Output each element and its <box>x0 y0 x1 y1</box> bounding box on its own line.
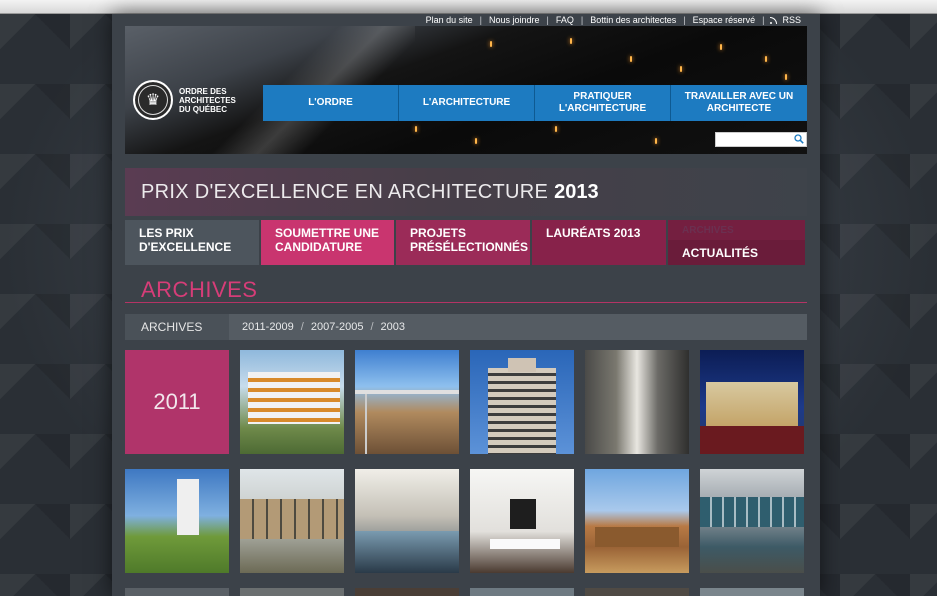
project-thumbnail[interactable] <box>585 469 689 573</box>
nav-item-architecture[interactable]: L'ARCHITECTURE <box>399 85 535 121</box>
page-title-year: 2013 <box>554 180 599 203</box>
search-icon[interactable] <box>794 134 804 144</box>
archive-year-links: 2011-2009 / 2007-2005 / 2003 <box>229 321 405 333</box>
archive-year-bar: ARCHIVES 2011-2009 / 2007-2005 / 2003 <box>125 314 807 340</box>
year-link-2007-2005[interactable]: 2007-2005 <box>311 321 364 333</box>
tab-actualites[interactable]: ACTUALITÉS <box>668 240 805 265</box>
year-link-2003[interactable]: 2003 <box>381 321 405 333</box>
project-thumbnail[interactable] <box>585 588 689 596</box>
ceiling-light <box>475 138 477 144</box>
util-separator: | <box>762 15 765 25</box>
ceiling-light <box>785 74 787 80</box>
header-banner: ♛ ORDRE DES ARCHITECTES DU QUÉBEC L'ORDR… <box>125 26 807 154</box>
logo-text: ORDRE DES ARCHITECTES DU QUÉBEC <box>179 86 236 114</box>
page-container: Plan du site | Nous joindre | FAQ | Bott… <box>112 14 820 596</box>
project-thumbnail[interactable] <box>700 350 804 454</box>
main-nav: L'ORDRE L'ARCHITECTURE PRATIQUER L'ARCHI… <box>263 85 807 121</box>
nav-item-ordre[interactable]: L'ORDRE <box>263 85 399 121</box>
project-thumbnail[interactable] <box>470 469 574 573</box>
page-title-bar: PRIX D'EXCELLENCE EN ARCHITECTURE 2013 <box>125 168 807 216</box>
util-link-site-map[interactable]: Plan du site <box>419 15 480 25</box>
util-link-rss[interactable]: RSS <box>780 15 808 25</box>
util-link-directory[interactable]: Bottin des architectes <box>583 15 683 25</box>
ceiling-light <box>630 56 632 62</box>
util-link-contact[interactable]: Nous joindre <box>482 15 547 25</box>
year-link-2011-2009[interactable]: 2011-2009 <box>242 321 294 333</box>
archives-heading: ARCHIVES <box>141 277 258 302</box>
tab-les-prix[interactable]: LES PRIX D'EXCELLENCE <box>125 220 259 265</box>
section-tabs: LES PRIX D'EXCELLENCE SOUMETTRE UNE CAND… <box>125 220 807 265</box>
project-thumbnail[interactable] <box>240 588 344 596</box>
project-thumbnail[interactable] <box>470 588 574 596</box>
ceiling-light <box>555 126 557 132</box>
nav-item-travailler[interactable]: TRAVAILLER AVEC UN ARCHITECTE <box>671 85 807 121</box>
tab-group-archives: ARCHIVES ACTUALITÉS <box>668 220 805 265</box>
project-thumbnail[interactable] <box>470 350 574 454</box>
project-thumbnail[interactable] <box>355 469 459 573</box>
rss-icon[interactable] <box>770 16 778 24</box>
tab-laureats[interactable]: LAURÉATS 2013 <box>532 220 666 265</box>
heading-divider <box>125 302 807 303</box>
year-separator: / <box>370 321 374 333</box>
project-thumbnail[interactable] <box>700 588 804 596</box>
project-thumbnail[interactable] <box>125 588 229 596</box>
project-thumbnail[interactable] <box>240 469 344 573</box>
util-link-members[interactable]: Espace réservé <box>686 15 763 25</box>
tab-soumettre[interactable]: SOUMETTRE UNE CANDIDATURE <box>261 220 394 265</box>
ceiling-light <box>415 126 417 132</box>
oaq-logo[interactable]: ♛ ORDRE DES ARCHITECTES DU QUÉBEC <box>133 80 241 120</box>
ceiling-light <box>680 66 682 72</box>
project-thumbnail[interactable] <box>585 350 689 454</box>
page-title: PRIX D'EXCELLENCE EN ARCHITECTURE <box>141 180 549 203</box>
year-separator: / <box>300 321 304 333</box>
ceiling-light <box>720 44 722 50</box>
utility-nav: Plan du site | Nous joindre | FAQ | Bott… <box>419 14 808 26</box>
browser-frame <box>0 0 937 14</box>
tab-projets[interactable]: PROJETS PRÉSÉLECTIONNÉS <box>396 220 530 265</box>
project-thumbnail[interactable] <box>700 469 804 573</box>
tab-archives[interactable]: ARCHIVES <box>668 220 805 240</box>
util-link-faq[interactable]: FAQ <box>549 15 581 25</box>
project-thumbnail[interactable] <box>355 588 459 596</box>
ceiling-light <box>490 41 492 47</box>
project-thumbnail[interactable] <box>125 469 229 573</box>
seal-icon: ♛ <box>133 80 173 120</box>
ceiling-light <box>765 56 767 62</box>
project-thumbnail[interactable] <box>240 350 344 454</box>
nav-item-pratiquer[interactable]: PRATIQUER L'ARCHITECTURE <box>535 85 671 121</box>
ceiling-light <box>570 38 572 44</box>
project-thumbnail[interactable] <box>355 350 459 454</box>
search-box <box>715 132 807 150</box>
archive-bar-label: ARCHIVES <box>125 314 229 340</box>
year-tile[interactable]: 2011 <box>125 350 229 454</box>
ceiling-light <box>655 138 657 144</box>
search-input[interactable] <box>716 136 792 150</box>
